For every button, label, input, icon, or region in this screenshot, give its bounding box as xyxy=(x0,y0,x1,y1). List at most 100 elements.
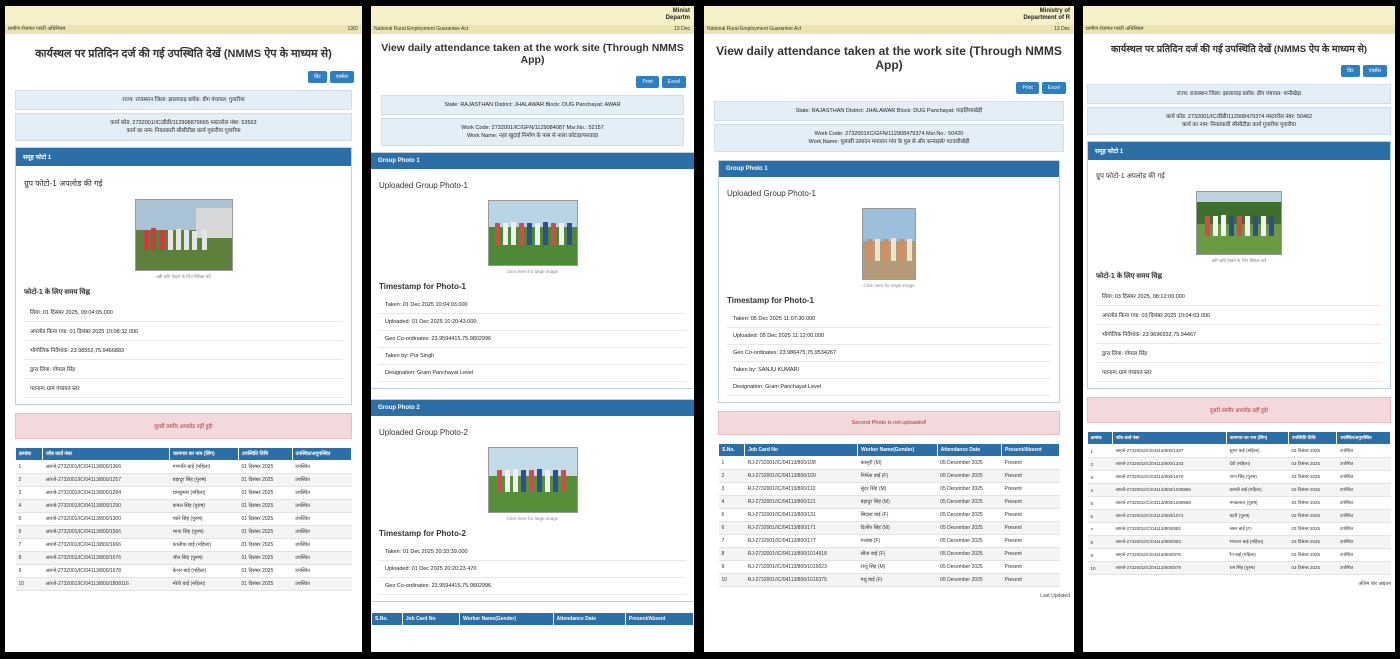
column-header: कामगार का नाम (लिंग) xyxy=(1225,431,1290,445)
table-cell: RJ-2732001/IC/04113/800/177 xyxy=(744,534,858,548)
column-header: कामगार का नाम (लिंग) xyxy=(169,447,240,461)
last-updated: अंतिम बार अद्यतन xyxy=(1358,581,1391,587)
table-cell: उपस्थित xyxy=(292,512,352,526)
table-cell: 9 xyxy=(718,560,745,574)
last-updated: Last Updated xyxy=(1040,593,1070,599)
table-cell: कस्तूरी (M) xyxy=(857,456,938,470)
table-cell: Present xyxy=(1001,534,1060,548)
excel-button[interactable]: एक्सेल xyxy=(1362,65,1387,77)
table-cell: आरजे-2732001/IC/04113/800/1366 xyxy=(42,460,170,474)
photo-caption[interactable]: Click here for large image xyxy=(379,269,686,274)
location-text: राज्य: राजस्थान जिला: झालावाड़ ब्लॉक: डी… xyxy=(122,97,245,103)
table-cell: 6 xyxy=(718,521,745,535)
timestamp-heading: Timestamp for Photo-2 xyxy=(379,529,466,538)
column-header: S.No. xyxy=(717,443,746,457)
excel-button[interactable]: Excel xyxy=(1041,82,1066,94)
table-cell: 5 xyxy=(15,512,43,526)
table-cell: नाना सिंह (पुरुष) xyxy=(1226,470,1289,484)
location-text: State: RAJASTHAN District: JHALAWAR Bloc… xyxy=(444,102,621,108)
photo-caption[interactable]: बड़ी छवि देखने के लिए क्लिक करें xyxy=(24,274,343,280)
table-row: 10 आरजे-2732001/IC/04113/800/879 राम सिंह … xyxy=(1087,561,1391,575)
table-row: 2 RJ-2732001/IC/04113/800/109 निर्मला बाई … xyxy=(718,469,1060,483)
table-cell: 10 xyxy=(718,573,745,587)
attendance-table: क्रमांक जॉब कार्ड नंबर कामगार का नाम (लिंग… xyxy=(1087,431,1391,575)
table-cell: 2 xyxy=(15,473,43,487)
work-info: कार्य कोड: 2732001/IC/डीडी/112908879665 … xyxy=(15,113,352,141)
photo-caption[interactable]: Click here for large image xyxy=(379,516,686,521)
table-cell: उपस्थित xyxy=(292,473,352,487)
card-header: Group Photo 2 xyxy=(371,400,694,416)
print-button[interactable]: Print xyxy=(636,76,659,88)
table-cell: उपस्थित xyxy=(292,577,352,591)
table-cell: 01 दिसंबर 2025 xyxy=(238,551,293,565)
table-cell: आरजे-2732001/IC/04113/800/1566 xyxy=(42,525,170,539)
column-header: Present/Absent xyxy=(624,612,694,626)
uploaded-label: ग्रुप फोटो-1 अपलोड की गई xyxy=(1096,173,1165,180)
group-photo-thumbnail[interactable] xyxy=(134,199,233,271)
table-cell: 01 दिसंबर 2025 xyxy=(238,460,293,474)
table-cell: 05 December 2025 xyxy=(937,573,1002,587)
print-button[interactable]: प्रिंट xyxy=(308,71,327,83)
table-cell: आरजे-2732001/IC/04113/800/1343 xyxy=(1112,457,1227,471)
card-header: समूह फोटो 1 xyxy=(16,148,351,166)
column-header: Worker Name(Gender) xyxy=(857,443,938,457)
table-cell: सुंदर सिंह (M) xyxy=(857,482,938,496)
attendance-panel-english-2: Ministry of Department of R National Rura… xyxy=(704,6,1074,652)
table-cell: 01 दिसंबर 2025 xyxy=(238,577,293,591)
table-cell: गणपति बाई (महिला) xyxy=(169,460,239,474)
column-header: Attendance Date xyxy=(552,612,626,626)
table-row: 9 RJ-2732001/IC/04113/800/1015023 राजू सिं… xyxy=(718,560,1060,574)
table-row: 8 आरजे-2732001/IC/04113/800/883 भगवान बाई … xyxy=(1087,535,1391,549)
column-header: Job Card No xyxy=(744,443,859,457)
table-cell: राम सिंह (पुरुष) xyxy=(1226,561,1289,575)
group-photo-1-thumbnail[interactable] xyxy=(487,200,578,266)
taken-by: द्वारा लिया: गोपाल सिंह xyxy=(1096,344,1382,363)
table-cell: देवी (महिला) xyxy=(1226,457,1289,471)
table-cell: 05 December 2025 xyxy=(937,534,1002,548)
print-button[interactable]: Print xyxy=(1016,82,1039,94)
uploaded-label: ग्रुप फोटो-1 अपलोड की गई xyxy=(24,179,103,188)
table-cell: 05 December 2025 xyxy=(937,469,1002,483)
location-info: राज्य: राजस्थान जिला: झालावाड़ ब्लॉक: डी… xyxy=(1087,84,1391,104)
table-cell: 10 xyxy=(15,577,43,591)
header-banner: Ministry of Department of R National Rura… xyxy=(704,6,1074,34)
table-cell: 8 xyxy=(15,551,43,565)
excel-button[interactable]: एक्सेल xyxy=(329,71,354,83)
act-bar: ग्रामीण रोजगार गारंटी अधिनियम xyxy=(1083,25,1395,34)
table-cell: 8 xyxy=(718,547,745,561)
group-photo-thumbnail[interactable] xyxy=(862,208,916,280)
table-cell: RJ-2732001/IC/04113/800/1016375 xyxy=(744,573,858,587)
timestamp-heading: Timestamp for Photo-1 xyxy=(727,296,814,305)
taken-time: Taken: 01 Dec 2025 20:33:39.000 xyxy=(379,544,686,561)
print-button[interactable]: प्रिंट xyxy=(1341,65,1360,77)
work-code: कार्य कोड: 2732001/IC/डीडी/112908479374 … xyxy=(1165,114,1313,120)
table-cell: आरजे-2732001/IC/04113/800/882 xyxy=(1112,522,1227,536)
table-cell: उपस्थित xyxy=(292,538,352,552)
excel-button[interactable]: Excel xyxy=(661,76,686,88)
table-cell: 05 December 2025 xyxy=(937,456,1002,470)
photo-caption[interactable]: बड़ी छवि देखने के लिए क्लिक करें xyxy=(1096,258,1382,264)
table-cell: RJ-2732001/IC/04113/800/110 xyxy=(744,482,858,496)
work-name: कार्य का नाम: नियतकारी सीसीटीडा कार्य गु… xyxy=(1181,122,1297,128)
act-label: ग्रामीण रोजगार गारंटी अधिनियम xyxy=(1086,26,1144,32)
uploaded-time: Uploaded: 01 Dec 2025 10:20:43.000 xyxy=(379,314,686,331)
group-photo-thumbnail[interactable] xyxy=(1196,191,1282,255)
table-cell: उपस्थित xyxy=(1336,444,1391,458)
table-cell: सुगन बाई (महिला) xyxy=(1226,444,1289,458)
group-photo-2-thumbnail[interactable] xyxy=(487,447,578,513)
table-cell: आरजे-2732001/IC/04113/800/876 xyxy=(1112,548,1227,562)
act-bar: National Rural Employment Guarantee Act 1… xyxy=(371,25,694,34)
table-row: 8 आरजे-2732001/IC/04113/800/1676 जीत सिंह … xyxy=(15,551,352,565)
column-header: Worker Name(Gender) xyxy=(459,612,554,626)
table-cell: Present xyxy=(1001,482,1060,496)
table-cell: उपस्थित xyxy=(1336,509,1391,523)
designation: पदनाम: ग्राम पंचायत स्तर xyxy=(24,379,343,398)
table-cell: 03 दिसंबर 2025 xyxy=(1288,496,1337,510)
table-cell: आरजे-2732001/IC/04113/800/1039966 xyxy=(1112,483,1227,497)
table-cell: उपस्थित xyxy=(292,499,352,513)
table-cell: 6 xyxy=(1087,509,1113,523)
uploaded-label: Uploaded Group Photo-2 xyxy=(379,428,468,437)
table-cell: 03 दिसंबर 2025 xyxy=(1288,535,1337,549)
page-title: View daily attendance taken at the work … xyxy=(716,44,1062,72)
photo-caption[interactable]: Click here for large image xyxy=(727,283,1051,288)
